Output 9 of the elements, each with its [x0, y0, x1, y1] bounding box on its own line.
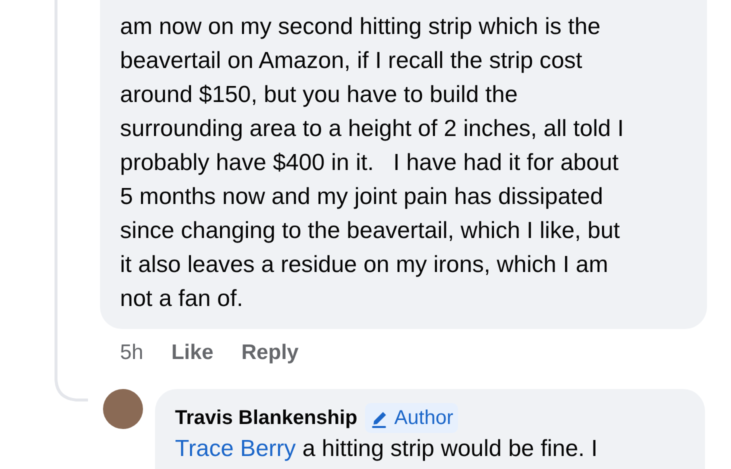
- reply-text: Trace Berry a hitting strip would be fine. I: [175, 434, 599, 462]
- mention-link[interactable]: Trace Berry: [175, 434, 296, 460]
- reply-button[interactable]: Reply: [241, 337, 299, 368]
- comment-text: am now on my second hitting strip which is the beavertail on Amazon, if I recall the strip cost around $150, but you have to build the surrounding area to a height of 2 inches, all told I probably have $400 in it. I have had it for about 5 months now and my joint pain has dissipated since changing to the beavertail, which I like, but it also leaves a residue on my irons, which I am not a fan of.: [120, 12, 625, 313]
- like-button[interactable]: Like: [171, 337, 214, 368]
- comment-time: 5h: [120, 340, 144, 366]
- author-badge: Author: [365, 402, 458, 432]
- avatar[interactable]: [103, 388, 143, 428]
- author-name[interactable]: Travis Blankenship: [175, 402, 358, 432]
